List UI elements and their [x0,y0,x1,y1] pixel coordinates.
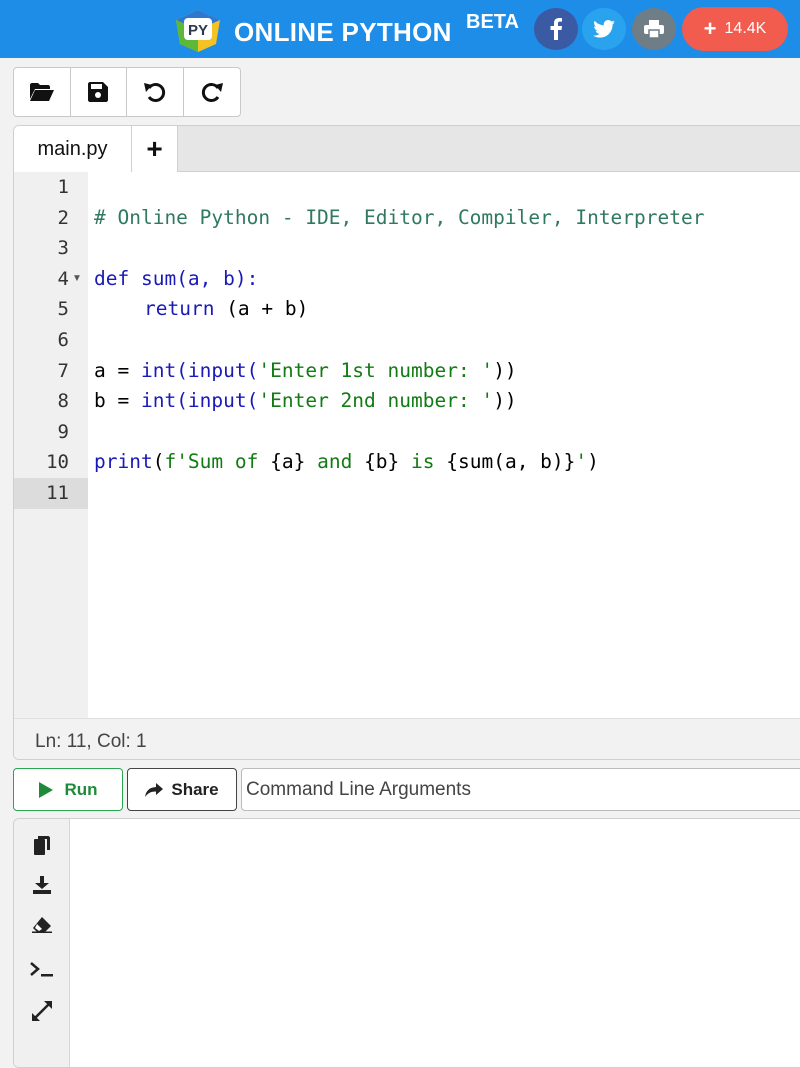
add-tab-button[interactable]: + [132,126,178,172]
copy-icon[interactable] [30,833,54,857]
folder-open-icon [29,83,54,101]
line-number: 2 [57,206,69,229]
line-number: 3 [57,237,69,260]
file-tabs: main.py + [14,126,800,173]
code-line: 3 [14,233,800,264]
save-file-button[interactable] [71,68,127,116]
share-count: 14.4K [724,20,767,37]
code-text: return (a + b) [144,294,308,325]
share-counter-button[interactable]: + 14.4K [682,7,788,51]
code-line: 8 b = int(input('Enter 2nd number: ')) [14,386,800,417]
download-icon[interactable] [30,873,54,897]
line-number: 7 [57,359,69,382]
code-text: def sum(a, b): [94,264,258,295]
line-number: 5 [57,298,69,321]
undo-button[interactable] [127,68,184,116]
editor-status-bar: Ln: 11, Col: 1 [14,718,800,759]
line-number: 10 [46,451,69,474]
code-keyword: def [94,266,130,290]
code-line: 9 [14,417,800,448]
share-arrow-icon [145,782,164,797]
twitter-share-button[interactable] [582,8,626,50]
line-number: 11 [46,482,69,504]
code-text: print(f'Sum of {a} and {b} is {sum(a, b)… [94,450,599,474]
code-line-active: 11 [14,478,800,509]
share-button[interactable]: Share [127,768,237,811]
redo-button[interactable] [184,68,241,116]
line-number: 8 [57,390,69,413]
command-line-arguments-input[interactable]: Command Line Arguments [241,768,800,811]
fold-arrow-icon[interactable]: ▼ [72,264,82,295]
code-editor-panel: main.py + 1 2 # Online Python - IDE, Edi… [13,125,800,760]
code-comment: # Online Python - IDE, Editor, Compiler,… [94,205,705,229]
code-line: 4 ▼ def sum(a, b): [14,264,800,295]
print-button[interactable] [632,8,676,50]
file-toolbar [13,67,241,117]
beta-label: BETA [466,11,519,33]
line-number: 4 [57,267,69,290]
top-bar: PY ONLINE PYTHON BETA + 14.4K [0,0,800,58]
code-text: a = int(input('Enter 1st number: ')) [94,358,517,382]
facebook-icon [550,18,562,40]
brand-title[interactable]: ONLINE PYTHON [234,17,452,48]
eraser-icon[interactable] [30,913,54,937]
printer-icon [644,20,664,38]
tab-main-py[interactable]: main.py [14,126,132,173]
output-sidebar [14,819,70,1067]
line-number: 6 [57,329,69,351]
line-number: 1 [57,176,69,198]
args-placeholder: Command Line Arguments [246,778,471,800]
run-button[interactable]: Run [13,768,123,811]
redo-icon [201,83,223,102]
undo-icon [143,83,165,102]
python-logo-icon[interactable]: PY [172,8,224,54]
terminal-icon[interactable] [30,957,54,981]
code-text: (a + b) [214,297,309,321]
plus-icon: + [703,16,717,41]
code-text: b = int(input('Enter 2nd number: ')) [94,389,517,413]
play-icon [39,781,54,798]
twitter-icon [593,20,615,38]
code-text: sum(a, b): [129,266,259,290]
code-keyword: return [144,297,215,321]
expand-icon[interactable] [30,999,54,1023]
save-icon [88,82,109,102]
line-number: 9 [57,420,69,443]
open-file-button[interactable] [14,68,71,116]
logo-text: PY [188,22,208,39]
code-line: 2 # Online Python - IDE, Editor, Compile… [14,203,800,234]
share-label: Share [171,779,219,799]
output-console[interactable] [13,818,800,1068]
code-line: 6 [14,325,800,356]
code-line: 10 print(f'Sum of {a} and {b} is {sum(a,… [14,447,800,478]
cursor-position: Ln: 11, Col: 1 [35,731,147,752]
run-label: Run [64,779,98,799]
code-line: 7 a = int(input('Enter 1st number: ')) [14,356,800,387]
code-line: 5 return (a + b) [14,294,800,325]
code-line: 1 [14,172,800,203]
facebook-share-button[interactable] [534,8,578,50]
